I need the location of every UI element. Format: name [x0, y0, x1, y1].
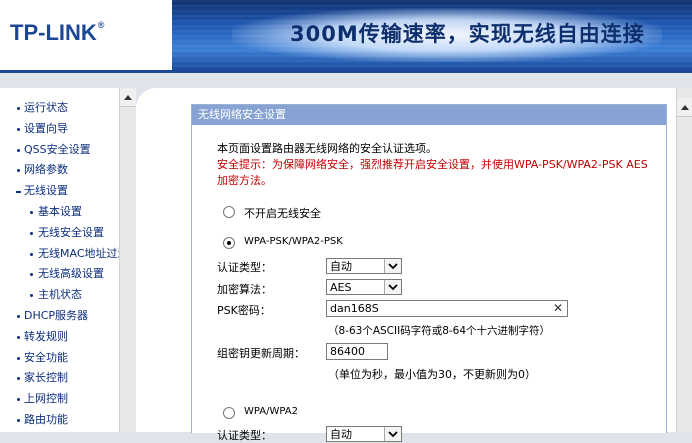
- psk-hint: （8-63个ASCII码字符或8-64个十六进制字符）: [328, 325, 551, 337]
- bullet-icon: [30, 252, 33, 256]
- bullet-icon: [30, 294, 33, 298]
- banner: 300M传输速率，实现无线自由连接: [172, 0, 692, 70]
- panel-title: 无线网络安全设置: [192, 105, 666, 125]
- psk-password-input[interactable]: dan168S ✕: [326, 300, 568, 317]
- bullet-icon: [30, 231, 33, 235]
- logo: TP-LINK®: [0, 0, 170, 70]
- registered-mark: ®: [97, 20, 105, 30]
- security-warning-cont: 加密方法。: [217, 174, 272, 187]
- main-scrollbar[interactable]: [676, 88, 692, 432]
- psk-password-label: PSK密码：: [217, 304, 271, 317]
- sidebar-item-routing[interactable]: 路由功能: [0, 410, 119, 431]
- chevron-down-icon: [384, 427, 401, 441]
- sidebar-subitem-basic[interactable]: 基本设置: [0, 202, 119, 223]
- encryption-label: 加密算法：: [217, 283, 272, 296]
- chevron-down-icon: [384, 259, 401, 273]
- minus-icon: [16, 191, 21, 194]
- auth-type-label: 认证类型：: [217, 261, 272, 274]
- sidebar-item-forwarding[interactable]: 转发规则: [0, 327, 119, 348]
- renew-hint: （单位为秒，最小值为30，不更新则为0）: [328, 368, 536, 381]
- bullet-icon: [17, 148, 20, 152]
- intro-text: 本页面设置路由器无线网络的安全认证选项。: [217, 142, 437, 155]
- header-divider: [0, 70, 692, 73]
- sidebar-item-wireless[interactable]: 无线设置: [0, 181, 119, 202]
- option-wpa-psk-label: WPA-PSK/WPA2-PSK: [244, 236, 343, 247]
- radio-wpa-psk[interactable]: [223, 237, 235, 249]
- option-wpa-label: WPA/WPA2: [244, 406, 298, 417]
- header: TP-LINK® 300M传输速率，实现无线自由连接: [0, 0, 692, 73]
- sidebar-item-qss[interactable]: QSS安全设置: [0, 140, 119, 161]
- sidebar-menu: 运行状态 设置向导 QSS安全设置 网络参数 无线设置 基本设置 无线安全设置 …: [0, 98, 119, 431]
- clear-input-icon[interactable]: ✕: [553, 301, 563, 316]
- auth-type-select[interactable]: 自动: [326, 258, 402, 274]
- sidebar-item-security[interactable]: 安全功能: [0, 348, 119, 369]
- sidebar-item-access-control[interactable]: 上网控制: [0, 389, 119, 410]
- encryption-select[interactable]: AES: [326, 279, 402, 295]
- security-warning: 安全提示：为保障网络安全，强烈推荐开启安全设置，并使用WPA-PSK/WPA2-…: [217, 158, 648, 171]
- option-no-security-label: 不开启无线安全: [244, 207, 321, 220]
- bullet-icon: [30, 210, 33, 214]
- triangle-up-icon: [681, 104, 689, 110]
- wireless-security-panel: 无线网络安全设置 本页面设置路由器无线网络的安全认证选项。 安全提示：为保障网络…: [191, 104, 667, 442]
- logo-text: TP-LINK®: [10, 20, 105, 45]
- banner-text: 300M传输速率，实现无线自由连接: [290, 22, 645, 46]
- sidebar-subitem-mac-filter[interactable]: 无线MAC地址过滤: [0, 244, 119, 265]
- group-key-renew-label: 组密钥更新周期：: [217, 347, 305, 360]
- sidebar-item-running-status[interactable]: 运行状态: [0, 98, 119, 119]
- group-key-renew-input[interactable]: 86400: [326, 343, 388, 360]
- scroll-up-button[interactable]: [120, 88, 136, 107]
- sidebar-item-network[interactable]: 网络参数: [0, 160, 119, 181]
- triangle-up-icon: [124, 94, 132, 100]
- sidebar-subitem-wireless-security[interactable]: 无线安全设置: [0, 223, 119, 244]
- sidebar-item-parental[interactable]: 家长控制: [0, 368, 119, 389]
- bullet-icon: [17, 418, 20, 422]
- sidebar-subitem-advanced[interactable]: 无线高级设置: [0, 264, 119, 285]
- sidebar-scrollbar[interactable]: [119, 88, 136, 432]
- auth-type2-select[interactable]: 自动: [326, 426, 402, 442]
- bullet-icon: [17, 127, 20, 131]
- auth-type2-label: 认证类型：: [217, 429, 272, 442]
- scroll-up-button[interactable]: [677, 98, 692, 117]
- radio-no-security[interactable]: [223, 206, 235, 218]
- bullet-icon: [17, 356, 20, 360]
- radio-wpa[interactable]: [223, 407, 235, 419]
- sidebar-subitem-host-status[interactable]: 主机状态: [0, 285, 119, 306]
- sidebar: 运行状态 设置向导 QSS安全设置 网络参数 无线设置 基本设置 无线安全设置 …: [0, 88, 136, 432]
- bullet-icon: [17, 107, 20, 110]
- bullet-icon: [17, 335, 20, 339]
- bullet-icon: [17, 314, 20, 318]
- chevron-down-icon: [384, 280, 401, 294]
- bullet-icon: [30, 273, 33, 277]
- sidebar-item-setup-wizard[interactable]: 设置向导: [0, 119, 119, 140]
- sidebar-item-dhcp[interactable]: DHCP服务器: [0, 306, 119, 327]
